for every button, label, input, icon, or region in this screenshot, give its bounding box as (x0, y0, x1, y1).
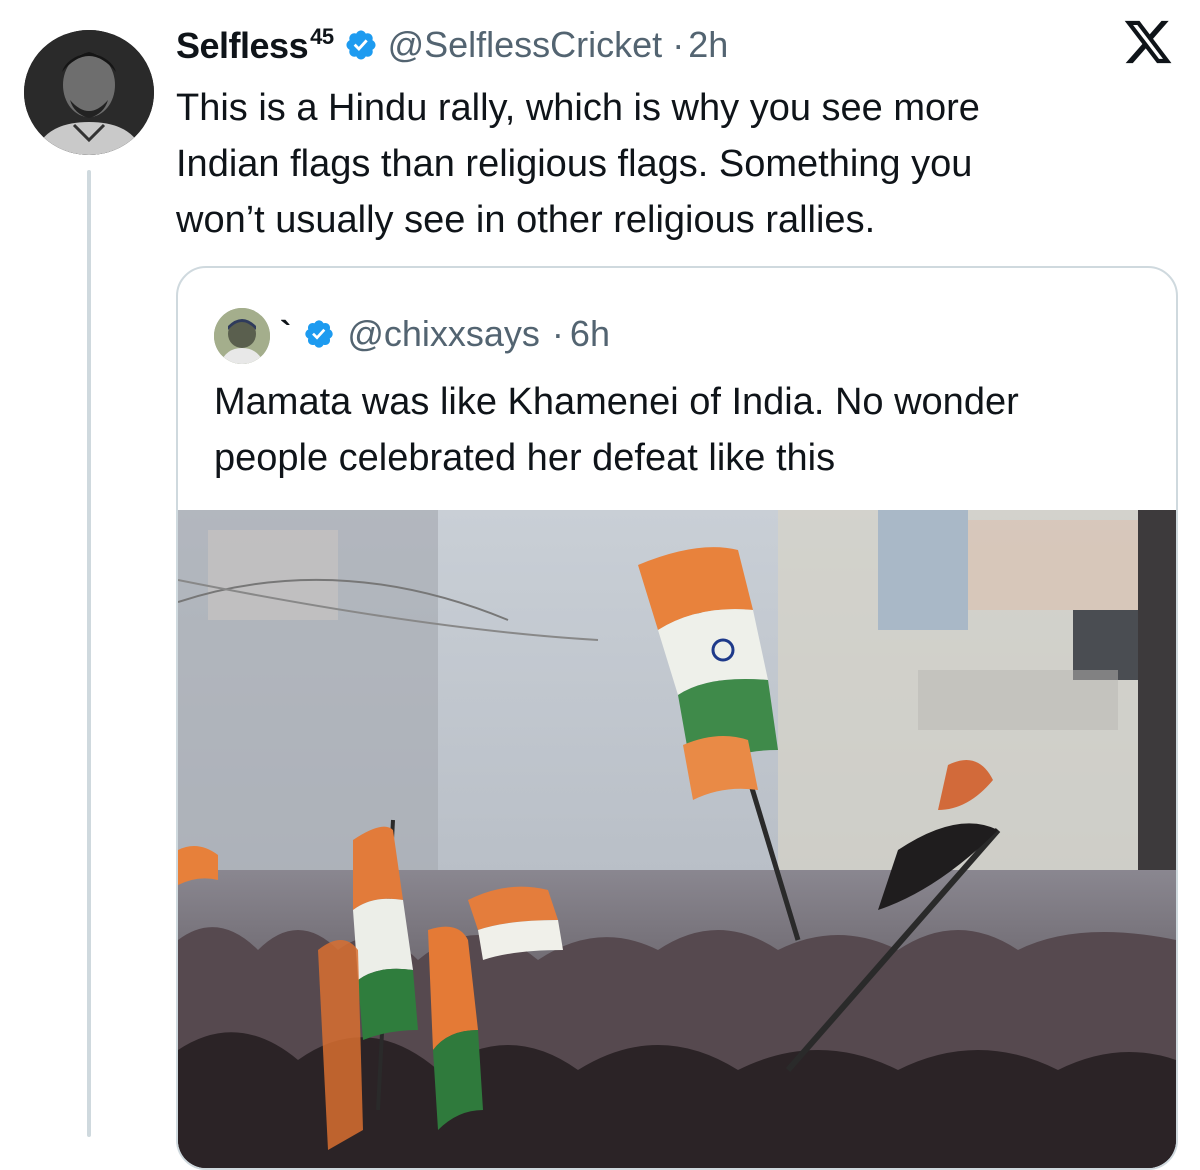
verified-badge-icon (305, 320, 334, 348)
dot-separator: · (672, 24, 685, 65)
quoted-tweet-header: ` @chixxsays · 6h (280, 308, 610, 360)
quoted-tweet-text: Mamata was like Khamenei of India. No wo… (214, 381, 1019, 479)
quoted-tweet-card[interactable]: ` @chixxsays · 6h Mamata was like Khamen… (176, 266, 1178, 1170)
thread-line (87, 170, 91, 1137)
quoted-tweet-media-image[interactable] (178, 510, 1176, 1170)
tweet-time[interactable]: 2h (688, 24, 728, 66)
quoted-author-name[interactable]: ` (280, 315, 291, 354)
quoted-tweet-time[interactable]: 6h (570, 313, 610, 355)
tweet-header: Selfless45 @SelflessCricket · 2h (176, 22, 728, 68)
author-name[interactable]: Selfless45 (176, 24, 334, 67)
x-logo-icon[interactable] (1122, 16, 1174, 68)
quoted-author-handle[interactable]: @chixxsays (347, 313, 540, 355)
tweet-text: This is a Hindu rally, which is why you … (176, 87, 980, 241)
author-handle[interactable]: @SelflessCricket (388, 24, 663, 66)
author-avatar[interactable] (24, 30, 154, 155)
author-name-superscript: 45 (310, 23, 334, 49)
verified-badge-icon (346, 30, 376, 60)
dot-separator: · (551, 313, 564, 354)
quoted-author-avatar[interactable] (214, 308, 270, 364)
